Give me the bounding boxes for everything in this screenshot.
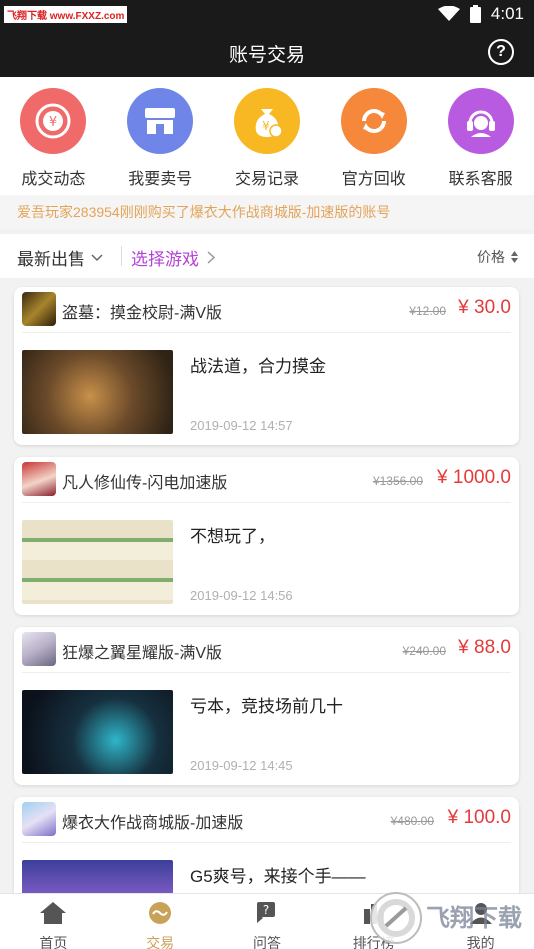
quicknav-recycle[interactable]: 官方回收 bbox=[320, 77, 427, 195]
svg-text:¥: ¥ bbox=[262, 119, 270, 133]
quicknav-label: 联系客服 bbox=[448, 171, 513, 188]
screenshot-thumbnail bbox=[22, 520, 173, 604]
quicknav-label: 我要卖号 bbox=[128, 171, 193, 188]
select-game-button[interactable]: 选择游戏 bbox=[131, 245, 215, 270]
original-price: ¥240.00 bbox=[402, 644, 446, 658]
yen-exchange-icon: ¥ bbox=[20, 88, 87, 154]
quicknav-label: 交易记录 bbox=[234, 171, 299, 188]
game-avatar bbox=[22, 802, 56, 836]
sort-latest-dropdown[interactable]: 最新出售 bbox=[17, 245, 103, 270]
game-name: 凡人修仙传-闪电加速版 bbox=[62, 475, 228, 492]
sort-price-button[interactable]: 价格 bbox=[477, 247, 518, 267]
sale-price: ¥ 30.0 bbox=[458, 297, 511, 318]
chevron-down-icon bbox=[91, 253, 103, 261]
sale-price: ¥ 88.0 bbox=[458, 637, 511, 658]
select-game-label: 选择游戏 bbox=[131, 250, 199, 269]
game-name: 盗墓：摸金校尉-满V版 bbox=[62, 305, 223, 322]
trade-icon bbox=[149, 902, 172, 924]
listing-description: 亏本，竞技场前几十 bbox=[190, 697, 343, 716]
sale-price: ¥ 1000.0 bbox=[437, 467, 511, 488]
filter-divider bbox=[121, 246, 122, 266]
listing-time: 2019-09-12 14:45 bbox=[190, 758, 293, 773]
home-icon bbox=[40, 902, 67, 924]
money-bag-icon: ¥ bbox=[233, 88, 300, 154]
listing-time: 2019-09-12 14:56 bbox=[190, 588, 293, 603]
quicknav-support[interactable]: 联系客服 bbox=[427, 77, 534, 195]
title-bar: 账号交易 ? bbox=[0, 28, 534, 77]
tab-trade[interactable]: 交易 bbox=[107, 894, 214, 949]
status-bar: 飞翔下载 www.FXXZ.com 4:01 bbox=[0, 0, 534, 28]
card-divider bbox=[22, 502, 511, 503]
card-divider bbox=[22, 842, 511, 843]
tab-label: 首页 bbox=[39, 935, 68, 949]
sort-latest-label: 最新出售 bbox=[17, 250, 85, 269]
help-button[interactable]: ? bbox=[488, 39, 514, 65]
svg-text:¥: ¥ bbox=[49, 115, 57, 130]
listing-time: 2019-09-12 14:57 bbox=[190, 418, 293, 433]
headset-icon bbox=[447, 88, 514, 154]
game-avatar bbox=[22, 462, 56, 496]
tab-home[interactable]: 首页 bbox=[0, 894, 107, 949]
game-avatar bbox=[22, 632, 56, 666]
listing-description: G5爽号，来接个手—— bbox=[190, 867, 366, 886]
screenshot-thumbnail bbox=[22, 350, 173, 434]
listing-description: 战法道，合力摸金 bbox=[190, 357, 326, 376]
wifi-icon bbox=[437, 6, 460, 21]
trade-notice-ticker[interactable]: 爱吾玩家283954刚刚购买了爆衣大作战商城版-加速版的账号 bbox=[0, 195, 534, 229]
screenshot-thumbnail bbox=[22, 690, 173, 774]
tab-label: 交易 bbox=[146, 935, 175, 949]
svg-text:?: ? bbox=[263, 903, 269, 917]
card-divider bbox=[22, 672, 511, 673]
tab-label: 问答 bbox=[252, 935, 281, 949]
quick-nav: ¥ 成交动态 我要卖号 ¥ 交易记录 官方回收 联系客服 bbox=[0, 77, 534, 195]
page-title: 账号交易 bbox=[228, 45, 305, 66]
listing-card[interactable]: 凡人修仙传-闪电加速版 ¥1356.00 ¥ 1000.0 不想玩了， 2019… bbox=[14, 457, 519, 615]
tab-qa[interactable]: ? 问答 bbox=[214, 894, 321, 949]
clock-time: 4:01 bbox=[490, 4, 524, 23]
listing-description: 不想玩了， bbox=[190, 527, 275, 546]
filter-bar: 最新出售 选择游戏 价格 bbox=[0, 234, 534, 278]
quicknav-label: 官方回收 bbox=[341, 171, 406, 188]
watermark-label: 飞翔下载 www.FXXZ.com bbox=[4, 6, 128, 23]
battery-icon bbox=[469, 5, 481, 23]
game-name: 狂爆之翼星耀版-满V版 bbox=[62, 645, 223, 662]
recycle-icon bbox=[340, 88, 407, 154]
quicknav-sell[interactable]: 我要卖号 bbox=[107, 77, 214, 195]
brand-watermark: 飞翔下载 bbox=[366, 890, 526, 946]
sale-price: ¥ 100.0 bbox=[447, 807, 511, 828]
game-avatar bbox=[22, 292, 56, 326]
brand-logo: 飞翔下载 bbox=[370, 892, 522, 944]
svg-text:飞翔下载: 飞翔下载 bbox=[426, 904, 522, 932]
original-price: ¥480.00 bbox=[390, 814, 434, 828]
sort-price-label: 价格 bbox=[477, 249, 505, 265]
original-price: ¥1356.00 bbox=[372, 474, 423, 488]
quicknav-records[interactable]: ¥ 交易记录 bbox=[214, 77, 321, 195]
card-divider bbox=[22, 332, 511, 333]
qa-icon: ? bbox=[256, 902, 275, 923]
quicknav-deals[interactable]: ¥ 成交动态 bbox=[0, 77, 107, 195]
listing-card[interactable]: 盗墓：摸金校尉-满V版 ¥12.00 ¥ 30.0 战法道，合力摸金 2019-… bbox=[14, 287, 519, 445]
listing-card[interactable]: 狂爆之翼星耀版-满V版 ¥240.00 ¥ 88.0 亏本，竞技场前几十 201… bbox=[14, 627, 519, 785]
original-price: ¥12.00 bbox=[409, 304, 446, 318]
sort-arrows-icon bbox=[511, 251, 518, 263]
shop-icon bbox=[127, 88, 194, 154]
quicknav-label: 成交动态 bbox=[21, 171, 86, 188]
game-name: 爆衣大作战商城版-加速版 bbox=[62, 815, 244, 832]
chevron-right-icon bbox=[207, 251, 215, 264]
